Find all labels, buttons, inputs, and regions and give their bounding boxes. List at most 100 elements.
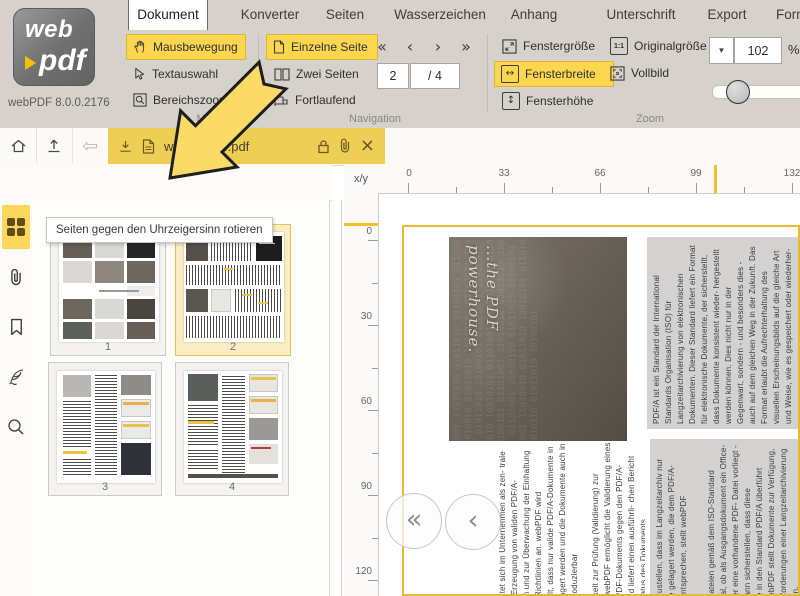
- textauswahl-button[interactable]: Textauswahl: [127, 62, 224, 86]
- go-previous-page-button[interactable]: ‹: [445, 494, 501, 550]
- tab-wasserzeichen[interactable]: Wasserzeichen: [390, 0, 490, 30]
- go-first-page-button[interactable]: «: [386, 493, 442, 549]
- close-document-icon[interactable]: ×: [360, 137, 375, 155]
- vertical-ruler: 0 30 60 90 120: [344, 193, 379, 596]
- group-separator: [487, 34, 488, 112]
- document-title: webpdf_de.pdf: [164, 139, 308, 154]
- page-thumbnail-4[interactable]: 4: [175, 362, 289, 496]
- zoom-value-input[interactable]: 102: [734, 37, 782, 64]
- fenstergroesse-label: Fenstergröße: [523, 39, 595, 53]
- originalgroesse-label: Originalgröße: [634, 39, 707, 53]
- thumbnail-page-number: 1: [51, 341, 165, 353]
- hand-icon: [133, 40, 147, 54]
- ruler-tick-label: 33: [495, 168, 513, 179]
- previous-page-button[interactable]: ‹: [398, 36, 422, 58]
- fortlaufend-button[interactable]: Fortlaufend: [268, 88, 362, 112]
- fit-window-icon: [502, 39, 517, 54]
- open-upload-button[interactable]: [36, 128, 73, 164]
- textauswahl-label: Textauswahl: [152, 67, 218, 81]
- last-page-button[interactable]: »: [454, 36, 478, 58]
- fullscreen-icon: [610, 66, 625, 81]
- bereichszoom-label: Bereichszoom: [153, 93, 229, 107]
- area-zoom-icon: [133, 93, 147, 107]
- sidebar-item-search[interactable]: [2, 407, 30, 447]
- group-separator: [258, 34, 259, 112]
- tab-seiten[interactable]: Seiten: [318, 0, 372, 30]
- tab-anhang[interactable]: Anhang: [504, 0, 564, 30]
- page-thumbnail-3[interactable]: 3: [48, 362, 162, 496]
- lock-icon: [317, 139, 330, 154]
- search-icon: [7, 418, 25, 436]
- webpdf-app: { "app": { "logo_web": "web", "logo_pdf"…: [0, 0, 800, 596]
- two-pages-icon: [274, 68, 290, 81]
- fenstergroesse-button[interactable]: Fenstergröße: [496, 34, 601, 58]
- tab-formulare[interactable]: Formulare: [776, 0, 800, 30]
- horizontal-ruler: 0 33 66 99 132: [378, 165, 800, 194]
- fensterbreite-label: Fensterbreite: [525, 67, 596, 81]
- zoom-dropdown-button[interactable]: ▼: [709, 37, 734, 64]
- thumbnail-page-number: 4: [176, 481, 288, 493]
- zwei-seiten-button[interactable]: Zwei Seiten: [268, 62, 365, 86]
- ruler-tick-label: 90: [361, 481, 372, 492]
- rotated-paragraph: PDF/A ist ein Standard der International…: [651, 242, 795, 424]
- einzelne-seite-button[interactable]: Einzelne Seite: [266, 34, 378, 60]
- document-tabbar: ⇦ webpdf_de.pdf ×: [0, 128, 800, 166]
- fensterbreite-button[interactable]: ↔ Fensterbreite: [494, 61, 614, 87]
- ruler-tick-label: 99: [687, 168, 705, 179]
- paperclip-icon: [9, 268, 23, 287]
- panel-sidebar: [0, 165, 33, 596]
- previous-page-icon: ‹: [468, 507, 479, 534]
- originalgroesse-button[interactable]: 1:1 Originalgröße: [604, 34, 713, 58]
- page-thumbnail-2-selected[interactable]: 2: [175, 224, 291, 356]
- sidebar-item-attachments[interactable]: [2, 257, 30, 297]
- rotated-paragraph: von PDF-Dateien gemäß dem ISO-Standard P…: [706, 443, 798, 596]
- page-thumbnail-1[interactable]: 1: [50, 224, 166, 356]
- fensterhoehe-label: Fensterhöhe: [526, 94, 593, 108]
- first-page-button[interactable]: «: [370, 36, 394, 58]
- bookmark-icon: [9, 318, 24, 336]
- single-page-icon: [273, 40, 285, 54]
- mausbewegung-button[interactable]: Mausbewegung: [126, 34, 246, 60]
- logo-triangle-icon: [25, 56, 36, 70]
- home-button[interactable]: [0, 128, 37, 164]
- sidebar-item-bookmarks[interactable]: [2, 307, 30, 347]
- rotated-paragraph: webPDF bietet sich im Unternehmen als ze…: [497, 439, 581, 596]
- app-version: webPDF 8.0.0.2176: [8, 97, 110, 109]
- thumbnail-panel: 1 2: [32, 200, 330, 596]
- thumbnail-page-number: 3: [49, 481, 161, 493]
- upload-icon: [46, 138, 62, 154]
- fortlaufend-label: Fortlaufend: [295, 93, 356, 107]
- continuous-icon: [274, 94, 289, 107]
- ribbon: web pdf webPDF 8.0.0.2176 Dokument Konve…: [0, 0, 800, 129]
- tab-dokument[interactable]: Dokument: [128, 0, 208, 30]
- group-label-navigation: Navigation: [315, 113, 435, 125]
- tab-export[interactable]: Export: [700, 0, 754, 30]
- sidebar-item-signature[interactable]: [2, 357, 30, 397]
- zwei-seiten-label: Zwei Seiten: [296, 67, 359, 81]
- back-button[interactable]: ⇦: [72, 128, 109, 164]
- one-to-one-icon: 1:1: [610, 37, 628, 55]
- zoom-slider-knob[interactable]: [726, 80, 750, 104]
- thumbnail-page-image: [184, 371, 282, 483]
- vollbild-button[interactable]: Vollbild: [604, 61, 675, 85]
- tab-unterschrift[interactable]: Unterschrift: [596, 0, 686, 30]
- next-page-button[interactable]: ›: [426, 36, 450, 58]
- bereichszoom-button[interactable]: Bereichszoom: [127, 88, 235, 112]
- download-icon[interactable]: [118, 139, 133, 154]
- webpdf-logo: web pdf: [13, 8, 95, 86]
- page-number-input[interactable]: 2: [377, 63, 409, 89]
- tab-konverter[interactable]: Konverter: [228, 0, 312, 30]
- vollbild-label: Vollbild: [631, 66, 669, 80]
- fit-height-icon: ↕: [502, 92, 520, 110]
- fensterhoehe-button[interactable]: ↕ Fensterhöhe: [496, 89, 599, 113]
- ruler-corner: x/y: [344, 165, 379, 194]
- fit-width-icon: ↔: [501, 65, 519, 83]
- sidebar-item-thumbnails[interactable]: [2, 205, 30, 249]
- ruler-position-marker: [714, 165, 717, 193]
- ruler-tick-label: 0: [400, 168, 418, 179]
- active-document-tab[interactable]: webpdf_de.pdf ×: [108, 128, 385, 164]
- info-box-pdfa: PDF/A ist ein Standard der International…: [647, 237, 800, 429]
- scrollbar-track[interactable]: [329, 200, 330, 596]
- ruler-tick-label: 120: [355, 566, 372, 577]
- thumbnail-page-image: [59, 232, 159, 342]
